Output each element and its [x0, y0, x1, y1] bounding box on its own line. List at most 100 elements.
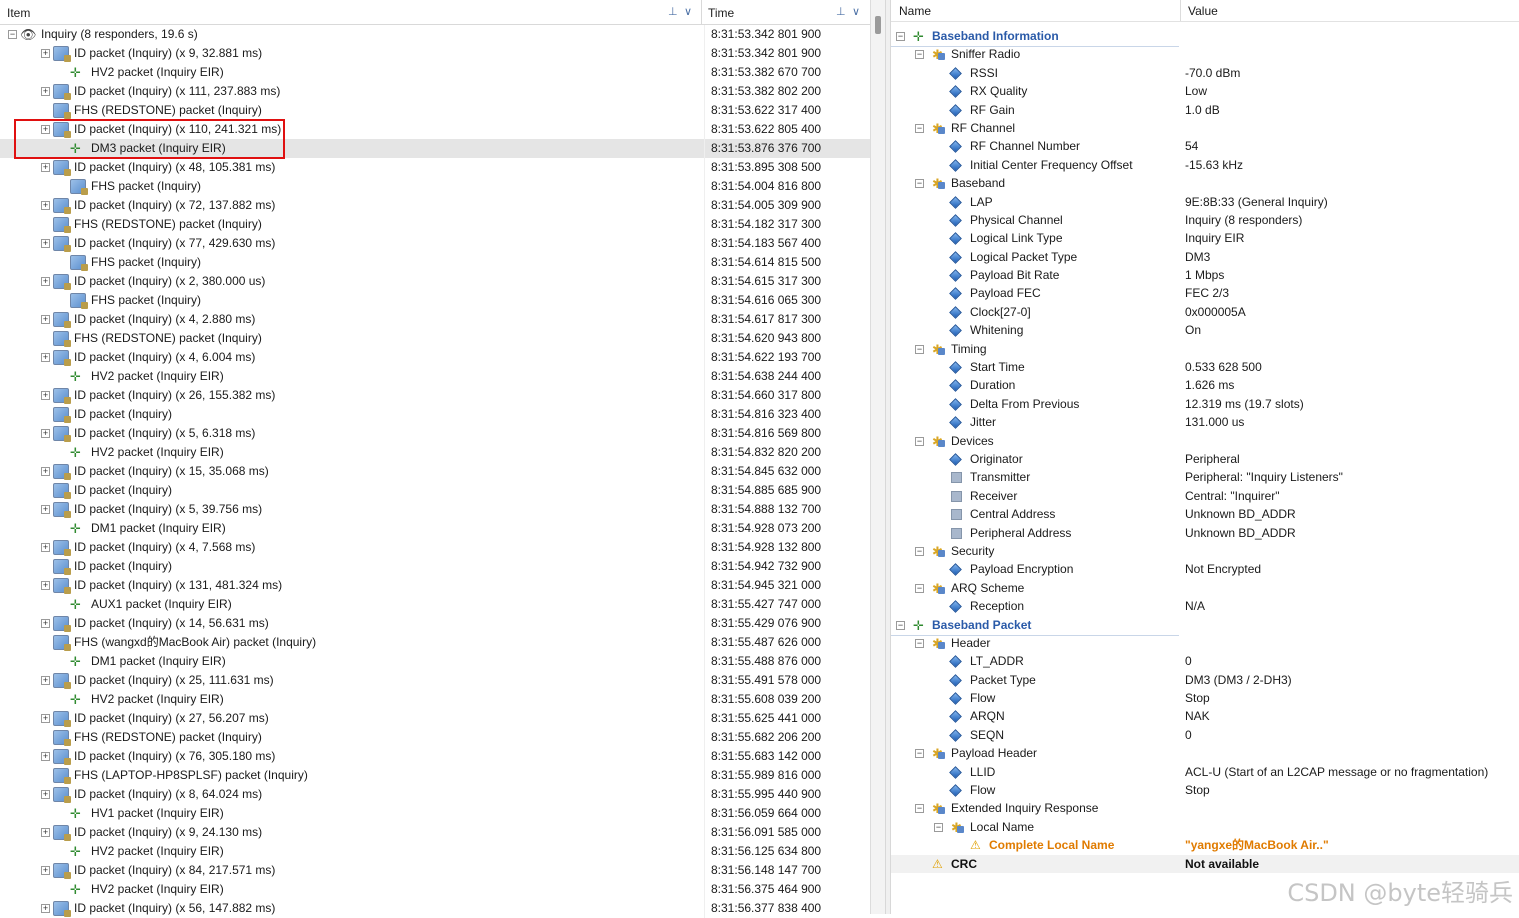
details-row[interactable]: Logical Packet Type DM3: [891, 248, 1519, 266]
expand-toggle[interactable]: +: [41, 163, 50, 172]
column-separator[interactable]: [1180, 0, 1181, 21]
details-row[interactable]: ⚠ CRC Not available: [891, 854, 1519, 873]
packet-row[interactable]: FHS packet (Inquiry) 8:31:54.614 815 500: [0, 253, 870, 272]
packet-row[interactable]: + ID packet (Inquiry) (x 25, 111.631 ms) 8…: [0, 671, 870, 690]
details-row[interactable]: Peripheral Address Unknown BD_ADDR: [891, 524, 1519, 542]
details-row[interactable]: Payload Bit Rate 1 Mbps: [891, 266, 1519, 284]
packet-row[interactable]: ✛ DM1 packet (Inquiry EIR) 8:31:55.488 876…: [0, 652, 870, 671]
expand-toggle[interactable]: +: [41, 315, 50, 324]
details-row[interactable]: − ✱ Timing: [891, 340, 1519, 358]
details-row[interactable]: Flow Stop: [891, 689, 1519, 707]
expand-toggle[interactable]: +: [41, 581, 50, 590]
packet-row[interactable]: FHS (LAPTOP-HP8SPLSF) packet (Inquiry) 8:…: [0, 766, 870, 785]
collapse-toggle[interactable]: −: [915, 749, 924, 759]
details-row[interactable]: Whitening On: [891, 321, 1519, 339]
details-row[interactable]: LT_ADDR 0: [891, 652, 1519, 670]
expand-toggle[interactable]: +: [41, 391, 50, 400]
details-row[interactable]: − ✱ Security: [891, 542, 1519, 560]
details-row[interactable]: Originator Peripheral: [891, 450, 1519, 468]
packet-row[interactable]: FHS packet (Inquiry) 8:31:54.004 816 800: [0, 177, 870, 196]
packet-row[interactable]: + ID packet (Inquiry) (x 15, 35.068 ms) 8:…: [0, 462, 870, 481]
details-row[interactable]: − ✱ ARQ Scheme: [891, 579, 1519, 597]
details-section[interactable]: − ✛ Baseband Packet: [891, 616, 1519, 637]
packet-row[interactable]: FHS packet (Inquiry) 8:31:54.616 065 300: [0, 291, 870, 310]
expand-toggle[interactable]: +: [41, 429, 50, 438]
expand-toggle[interactable]: +: [41, 49, 50, 58]
column-separator[interactable]: [701, 0, 702, 24]
details-row[interactable]: Payload FEC FEC 2/3: [891, 284, 1519, 302]
packet-row[interactable]: + ID packet (Inquiry) (x 4, 6.004 ms) 8:31…: [0, 348, 870, 367]
details-row[interactable]: − ✱ Baseband: [891, 174, 1519, 192]
details-row[interactable]: SEQN 0: [891, 726, 1519, 744]
collapse-toggle[interactable]: −: [915, 50, 924, 60]
chevron-down-icon[interactable]: ∨: [684, 5, 692, 18]
packet-row[interactable]: FHS (REDSTONE) packet (Inquiry) 8:31:53.6…: [0, 101, 870, 120]
packet-row[interactable]: ID packet (Inquiry) 8:31:54.816 323 400: [0, 405, 870, 424]
details-row[interactable]: Receiver Central: "Inquirer": [891, 487, 1519, 505]
packet-row[interactable]: ✛ HV2 packet (Inquiry EIR) 8:31:56.125 634…: [0, 842, 870, 861]
details-row[interactable]: RF Gain 1.0 dB: [891, 101, 1519, 119]
pin-icon[interactable]: ⊥: [668, 5, 678, 18]
collapse-toggle[interactable]: −: [915, 546, 924, 556]
pin-icon[interactable]: ⊥: [836, 5, 846, 18]
expand-toggle[interactable]: +: [41, 467, 50, 476]
details-row[interactable]: LLID ACL-U (Start of an L2CAP message or …: [891, 763, 1519, 781]
details-row[interactable]: − ✱ Local Name: [891, 818, 1519, 836]
packet-row[interactable]: FHS (REDSTONE) packet (Inquiry) 8:31:55.6…: [0, 728, 870, 747]
packet-row[interactable]: ✛ HV2 packet (Inquiry EIR) 8:31:53.382 670…: [0, 63, 870, 82]
details-row[interactable]: − ✱ RF Channel: [891, 119, 1519, 137]
expand-toggle[interactable]: +: [41, 676, 50, 685]
packet-row[interactable]: + ID packet (Inquiry) (x 8, 64.024 ms) 8:3…: [0, 785, 870, 804]
packet-row[interactable]: + ID packet (Inquiry) (x 72, 137.882 ms) 8…: [0, 196, 870, 215]
details-row[interactable]: RX Quality Low: [891, 82, 1519, 100]
expand-toggle[interactable]: +: [41, 201, 50, 210]
packet-row[interactable]: + ID packet (Inquiry) (x 4, 7.568 ms) 8:31…: [0, 538, 870, 557]
expand-toggle[interactable]: +: [41, 543, 50, 552]
packet-row[interactable]: + ID packet (Inquiry) (x 111, 237.883 ms)…: [0, 82, 870, 101]
packet-row[interactable]: FHS (REDSTONE) packet (Inquiry) 8:31:54.6…: [0, 329, 870, 348]
column-header-value[interactable]: Value: [1188, 4, 1218, 18]
details-row[interactable]: LAP 9E:8B:33 (General Inquiry): [891, 193, 1519, 211]
packet-row[interactable]: + ID packet (Inquiry) (x 9, 24.130 ms) 8:3…: [0, 823, 870, 842]
collapse-toggle[interactable]: −: [915, 583, 924, 593]
expand-toggle[interactable]: +: [41, 828, 50, 837]
details-row[interactable]: RF Channel Number 54: [891, 137, 1519, 155]
details-row[interactable]: Flow Stop: [891, 781, 1519, 799]
expand-toggle[interactable]: +: [41, 277, 50, 286]
expand-toggle[interactable]: +: [41, 619, 50, 628]
packet-row[interactable]: − 👁 Inquiry (8 responders, 19.6 s) 8:31:53.…: [0, 25, 870, 44]
details-row[interactable]: Physical Channel Inquiry (8 responders): [891, 211, 1519, 229]
details-row[interactable]: ⚠ Complete Local Name "yangxe的MacBook Air.…: [891, 836, 1519, 854]
details-row[interactable]: Initial Center Frequency Offset -15.63 kH…: [891, 156, 1519, 174]
collapse-toggle[interactable]: −: [915, 179, 924, 189]
packet-row[interactable]: ID packet (Inquiry) 8:31:54.942 732 900: [0, 557, 870, 576]
details-row[interactable]: Delta From Previous 12.319 ms (19.7 slots…: [891, 395, 1519, 413]
packet-row[interactable]: ✛ HV1 packet (Inquiry EIR) 8:31:56.059 664…: [0, 804, 870, 823]
packet-row[interactable]: + ID packet (Inquiry) (x 14, 56.631 ms) 8:…: [0, 614, 870, 633]
collapse-toggle[interactable]: −: [915, 638, 924, 648]
expand-toggle[interactable]: +: [41, 505, 50, 514]
packet-row[interactable]: ✛ AUX1 packet (Inquiry EIR) 8:31:55.427 74…: [0, 595, 870, 614]
scrollbar-thumb[interactable]: [875, 16, 881, 34]
packet-row[interactable]: + ID packet (Inquiry) (x 84, 217.571 ms) 8…: [0, 861, 870, 880]
packet-row[interactable]: + ID packet (Inquiry) (x 56, 147.882 ms) 8…: [0, 899, 870, 918]
details-row[interactable]: ARQN NAK: [891, 707, 1519, 725]
expand-toggle[interactable]: +: [41, 87, 50, 96]
packet-row[interactable]: + ID packet (Inquiry) (x 27, 56.207 ms) 8:…: [0, 709, 870, 728]
collapse-toggle[interactable]: −: [896, 32, 905, 41]
expand-toggle[interactable]: +: [41, 866, 50, 875]
details-row[interactable]: Jitter 131.000 us: [891, 413, 1519, 431]
expand-toggle[interactable]: +: [41, 239, 50, 248]
details-row[interactable]: Payload Encryption Not Encrypted: [891, 560, 1519, 578]
packet-row[interactable]: ✛ HV2 packet (Inquiry EIR) 8:31:56.375 464…: [0, 880, 870, 899]
details-section[interactable]: − ✛ Baseband Information: [891, 27, 1519, 48]
collapse-toggle[interactable]: −: [896, 620, 905, 630]
packet-row[interactable]: + ID packet (Inquiry) (x 131, 481.324 ms)…: [0, 576, 870, 595]
expand-toggle[interactable]: +: [41, 353, 50, 362]
packet-row[interactable]: ID packet (Inquiry) 8:31:54.885 685 900: [0, 481, 870, 500]
details-row[interactable]: Start Time 0.533 628 500: [891, 358, 1519, 376]
expand-toggle[interactable]: +: [41, 714, 50, 723]
packet-row[interactable]: + ID packet (Inquiry) (x 5, 39.756 ms) 8:3…: [0, 500, 870, 519]
packet-row[interactable]: ✛ DM1 packet (Inquiry EIR) 8:31:54.928 073…: [0, 519, 870, 538]
collapse-toggle[interactable]: −: [8, 30, 17, 39]
